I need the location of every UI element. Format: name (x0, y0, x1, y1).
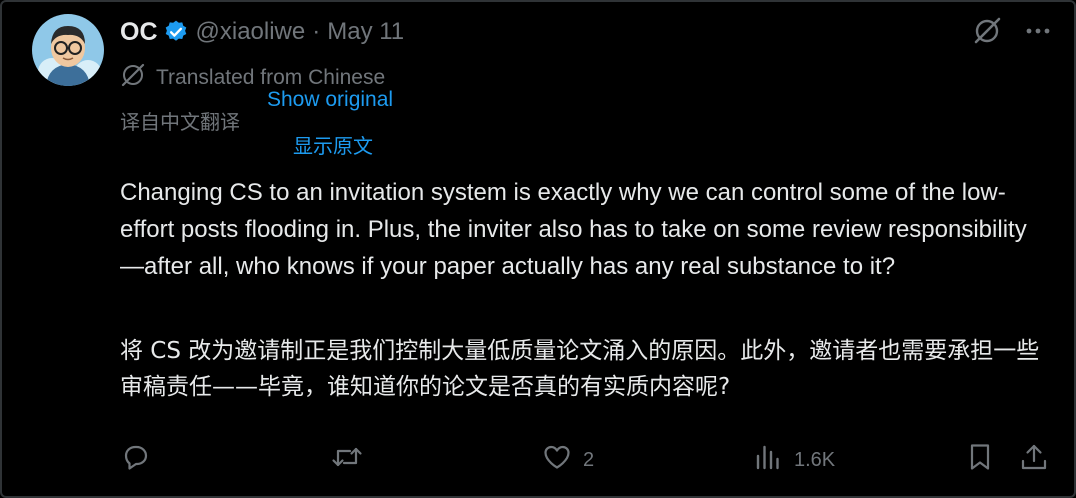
tweet-date[interactable]: May 11 (327, 18, 404, 46)
views-button[interactable]: 1.6K (752, 440, 835, 480)
translated-label-zh: 译自中文翻译 (120, 110, 240, 134)
action-bar: 2 1.6K (120, 440, 1050, 480)
like-count: 2 (583, 448, 595, 471)
show-original-link[interactable]: Show original (267, 88, 393, 112)
retweet-icon (330, 441, 364, 479)
tweet-card: OC @xiaoliwe · May 11 Translated from Ch… (0, 0, 1076, 498)
grok-icon[interactable] (972, 16, 1002, 51)
share-icon (1018, 441, 1050, 479)
translate-icon (120, 62, 156, 94)
show-original-link-zh[interactable]: 显示原文 (293, 130, 373, 159)
like-icon (541, 441, 573, 479)
translated-label: Translated from Chinese (156, 66, 386, 89)
avatar-image (32, 14, 104, 86)
tweet-text-en: Changing CS to an invitation system is e… (120, 179, 1027, 280)
author-name[interactable]: OC (120, 18, 158, 47)
reply-icon (120, 441, 152, 479)
bookmark-button[interactable] (964, 440, 996, 480)
like-button[interactable]: 2 (541, 440, 594, 480)
views-count: 1.6K (794, 448, 836, 471)
tweet-header: OC @xiaoliwe · May 11 (120, 16, 404, 48)
avatar[interactable] (32, 14, 104, 86)
author-handle[interactable]: @xiaoliwe (196, 18, 306, 46)
retweet-button[interactable] (330, 440, 374, 480)
verified-badge-icon (163, 19, 189, 45)
bookmark-icon (964, 441, 996, 479)
tweet-text-zh: 将 CS 改为邀请制正是我们控制大量低质量论文涌入的原因。此外，邀请者也需要承担… (120, 338, 1040, 400)
views-icon (752, 441, 784, 479)
reply-button[interactable] (120, 440, 162, 480)
top-right-actions (972, 16, 1052, 51)
more-icon[interactable] (1024, 17, 1052, 50)
separator-dot: · (312, 18, 321, 45)
share-button[interactable] (1018, 440, 1050, 480)
